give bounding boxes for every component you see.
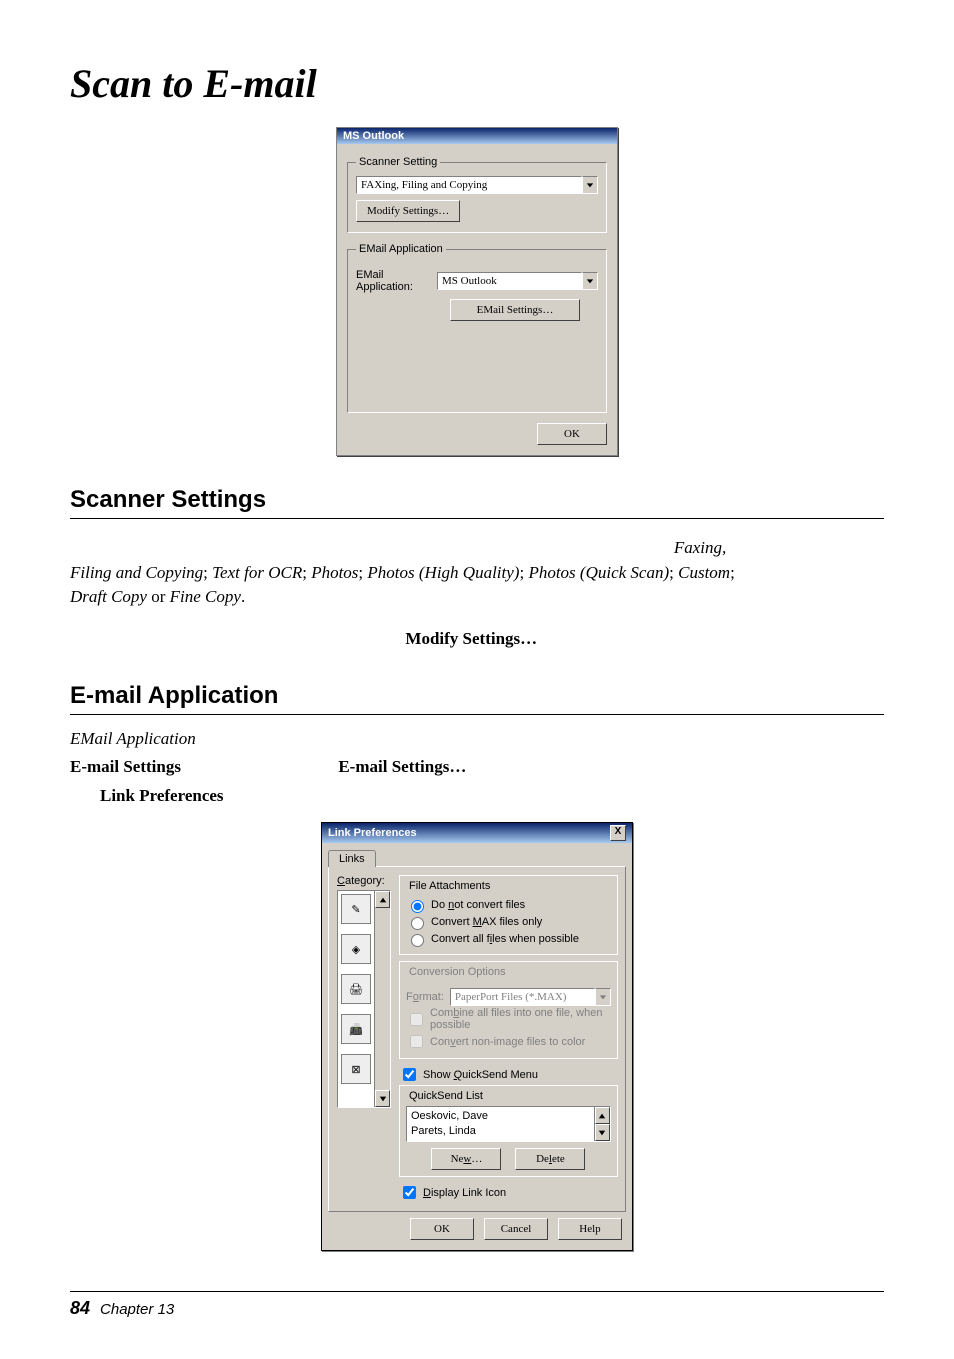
format-label: Format: (406, 991, 444, 1003)
tab-links[interactable]: Links (328, 850, 376, 867)
help-button[interactable]: Help (558, 1218, 622, 1240)
quicksend-list[interactable]: Oeskovic, Dave Parets, Linda (406, 1106, 611, 1142)
check-display-link-icon[interactable]: Display Link Icon (399, 1183, 618, 1202)
link-preferences-dialog: Link Preferences X Links Category: ✎ ◈ 🖨… (321, 822, 633, 1251)
new-button[interactable]: New… (431, 1148, 501, 1170)
email-application-value[interactable] (437, 272, 582, 290)
category-icon[interactable]: ✎ (341, 894, 371, 924)
scroll-down-icon[interactable] (595, 1124, 610, 1141)
cancel-button[interactable]: Cancel (484, 1218, 548, 1240)
quicksend-list-group: QuickSend List Oeskovic, Dave Parets, Li… (399, 1085, 618, 1177)
email-application-legend: EMail Application (356, 243, 446, 255)
scrollbar[interactable] (374, 891, 390, 1107)
scanner-settings-paragraph: From the pull-down list, select the scan… (70, 536, 884, 610)
quicksend-list-legend: QuickSend List (406, 1090, 486, 1102)
scanner-settings-heading: Scanner Settings (70, 486, 884, 514)
list-item[interactable]: Parets, Linda (411, 1124, 590, 1138)
ok-button[interactable]: OK (410, 1218, 474, 1240)
category-icon[interactable]: ⊠ (341, 1054, 371, 1084)
check-show-quicksend[interactable]: Show QuickSend Menu (399, 1065, 618, 1084)
delete-button[interactable]: Delete (515, 1148, 585, 1170)
email-application-label: EMail Application: (356, 269, 431, 293)
email-application-combo[interactable] (437, 272, 598, 290)
email-app-paragraph-1: EMail Application (70, 727, 884, 752)
chevron-down-icon[interactable] (582, 176, 598, 194)
page-number: 84 (70, 1298, 90, 1319)
radio-convert-max[interactable]: Convert MAX files only (406, 914, 611, 930)
modify-settings-paragraph: To change any of the settings for the mo… (70, 627, 884, 652)
dialog-titlebar: MS Outlook (337, 128, 617, 144)
rule (70, 518, 884, 519)
list-item[interactable]: Oeskovic, Dave (411, 1109, 590, 1123)
category-icon[interactable]: ◈ (341, 934, 371, 964)
format-value (450, 988, 595, 1006)
scroll-up-icon[interactable] (595, 1107, 610, 1124)
chevron-down-icon (595, 988, 611, 1006)
conversion-options-group: Conversion Options Format: Combine all f… (399, 961, 618, 1059)
radio-do-not-convert[interactable]: Do not convert files (406, 897, 611, 913)
scanner-setting-group: Scanner Setting Modify Settings… (347, 156, 607, 233)
check-nonimage-color: Convert non-image files to color (406, 1032, 611, 1051)
email-application-group: EMail Application EMail Application: EMa… (347, 243, 607, 413)
page-title: Scan to E-mail (70, 60, 884, 107)
dialog-titlebar: Link Preferences X (322, 823, 632, 843)
format-combo (450, 988, 611, 1006)
check-combine-files: Combine all files into one file, when po… (406, 1007, 611, 1031)
scroll-down-icon[interactable] (375, 1090, 390, 1107)
conversion-options-legend: Conversion Options (406, 966, 509, 978)
category-list[interactable]: ✎ ◈ 🖨 📠 ⊠ (337, 890, 391, 1108)
ms-outlook-dialog: MS Outlook Scanner Setting Modify Settin… (336, 127, 618, 456)
file-attachments-group: File Attachments Do not convert files Co… (399, 875, 618, 955)
page-footer: 84 Chapter 13 (70, 1298, 884, 1319)
scroll-up-icon[interactable] (375, 891, 390, 908)
email-settings-button[interactable]: EMail Settings… (450, 299, 580, 321)
dialog-title-text: Link Preferences (328, 827, 417, 839)
ok-button[interactable]: OK (537, 423, 607, 445)
category-label: Category: (337, 875, 391, 887)
radio-convert-all[interactable]: Convert all files when possible (406, 931, 611, 947)
category-icon[interactable]: 🖨 (341, 974, 371, 1004)
rule (70, 714, 884, 715)
modify-settings-button[interactable]: Modify Settings… (356, 200, 460, 222)
chevron-down-icon[interactable] (582, 272, 598, 290)
scanner-preset-combo[interactable] (356, 176, 598, 194)
file-attachments-legend: File Attachments (406, 880, 493, 892)
close-icon[interactable]: X (610, 825, 626, 841)
email-application-heading: E-mail Application (70, 682, 884, 710)
rule (70, 1291, 884, 1292)
category-icon[interactable]: 📠 (341, 1014, 371, 1044)
scanner-setting-legend: Scanner Setting (356, 156, 440, 168)
scrollbar[interactable] (594, 1107, 610, 1141)
email-app-paragraph-2: E-mail Settings —Click the E-mail Settin… (70, 755, 884, 780)
chapter-label: Chapter 13 (100, 1301, 174, 1318)
scanner-preset-value[interactable] (356, 176, 582, 194)
email-app-paragraph-3: Link Preferences (100, 784, 884, 809)
